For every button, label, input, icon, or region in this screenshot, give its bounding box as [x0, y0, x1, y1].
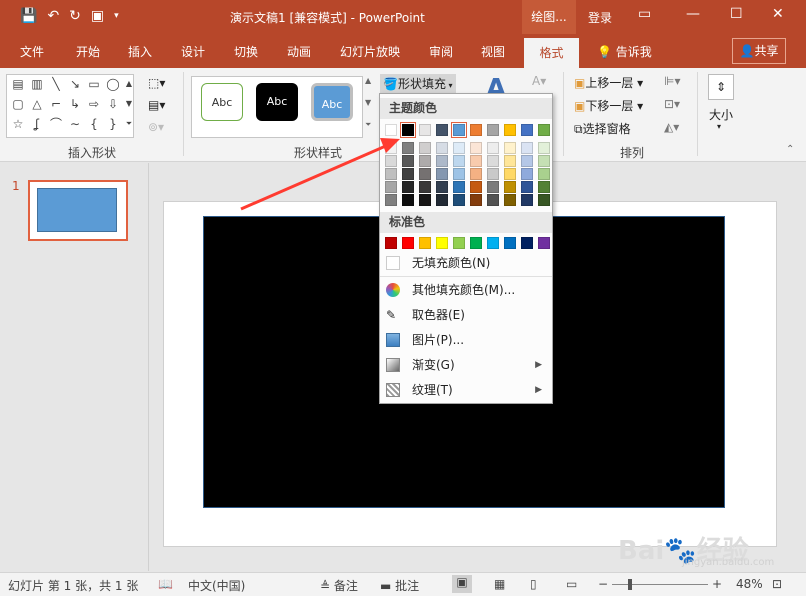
zoom-slider-track[interactable] — [612, 584, 708, 585]
comments-label: 批注 — [395, 579, 420, 593]
arrow-shaft — [240, 143, 389, 211]
slide-info: 幻灯片 第 1 张，共 1 张 — [8, 579, 139, 593]
slideshow-view-icon[interactable]: ▭ — [566, 577, 577, 591]
notes-icon: ≜ — [320, 579, 334, 593]
fit-to-window-icon[interactable]: ⊡ — [772, 577, 782, 591]
arrow-head — [380, 138, 400, 153]
language-status[interactable]: 中文(中国) — [188, 577, 245, 594]
zoom-in-icon[interactable]: + — [712, 577, 722, 591]
notes-button[interactable]: ≜ 备注 — [320, 577, 358, 594]
baidu-watermark-url: jingyan.baidu.com — [682, 557, 775, 568]
reading-view-icon[interactable]: ▯ — [530, 577, 537, 591]
status-bar: 幻灯片 第 1 张，共 1 张 📖 中文(中国) ≜ 备注 ▬ 批注 ▣ ▦ ▯… — [0, 572, 806, 596]
notes-label: 备注 — [333, 579, 358, 593]
annotation-arrow — [240, 138, 400, 211]
zoom-out-icon[interactable]: − — [598, 577, 608, 591]
normal-view-icon[interactable]: ▣ — [452, 575, 472, 593]
zoom-level[interactable]: 48% — [736, 577, 763, 591]
spellcheck-icon[interactable]: 📖 — [158, 577, 173, 591]
zoom-slider-thumb[interactable] — [628, 579, 632, 590]
comment-icon: ▬ — [380, 579, 396, 593]
comments-button[interactable]: ▬ 批注 — [380, 577, 419, 594]
slide-sorter-icon[interactable]: ▦ — [494, 577, 505, 591]
